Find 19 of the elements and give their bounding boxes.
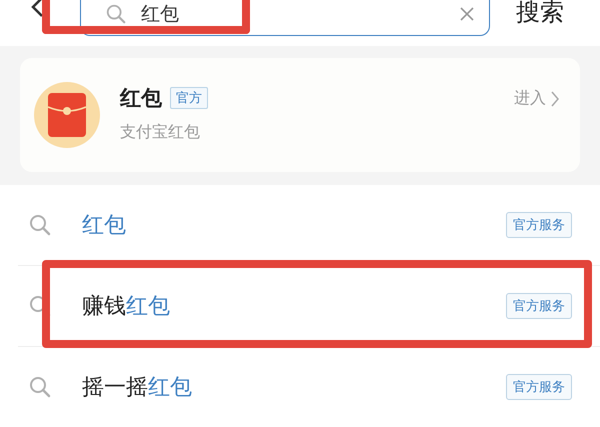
suggestion-item[interactable]: 摇一摇红包 bbox=[82, 372, 506, 402]
service-tag: 官方服务 bbox=[506, 212, 572, 238]
envelope-icon bbox=[34, 82, 100, 148]
service-tag: 官方服务 bbox=[506, 293, 572, 319]
service-tag: 官方服务 bbox=[506, 374, 572, 400]
search-button[interactable]: 搜索 bbox=[516, 0, 564, 28]
clear-icon[interactable] bbox=[459, 6, 475, 22]
suggestion-item[interactable]: 红包 bbox=[82, 210, 506, 240]
suggestion-item[interactable]: 赚钱红包 bbox=[82, 291, 506, 321]
search-icon bbox=[28, 213, 52, 237]
search-icon bbox=[105, 2, 127, 24]
back-icon[interactable] bbox=[30, 0, 44, 18]
official-badge: 官方 bbox=[170, 86, 208, 108]
result-card[interactable]: 红包 官方 支付宝红包 进入 bbox=[20, 58, 580, 172]
card-subtitle: 支付宝红包 bbox=[120, 122, 201, 142]
search-input[interactable]: 红包 bbox=[141, 2, 459, 24]
search-icon bbox=[28, 375, 52, 399]
card-title: 红包 bbox=[120, 84, 162, 112]
chevron-icon bbox=[550, 90, 560, 108]
